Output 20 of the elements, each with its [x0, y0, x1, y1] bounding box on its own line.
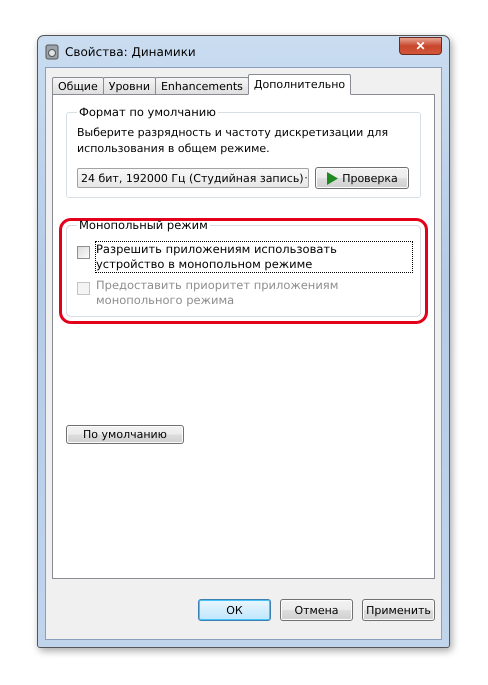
tab[interactable]: Дополнительно [248, 74, 352, 95]
format-dropdown[interactable]: 24 бит, 192000 Гц (Студийная запись) [77, 168, 309, 188]
speaker-icon [45, 44, 59, 60]
test-button[interactable]: Проверка [315, 167, 409, 189]
play-icon [326, 172, 338, 184]
restore-defaults-button[interactable]: По умолчанию [66, 425, 184, 444]
checkbox-label: Разрешить приложениям использовать устройство в монопольном режиме [96, 242, 412, 272]
description-text: Выберите разрядность и частоту дискретизации для использования в общем режиме. [77, 125, 390, 157]
group-title: Монопольный режим [78, 218, 209, 232]
checkbox[interactable] [77, 246, 90, 259]
window-title: Свойства: Динамики [65, 44, 197, 58]
dialog-button[interactable]: ОК [198, 599, 271, 621]
dialog-button[interactable]: Применить [362, 599, 435, 621]
tab[interactable]: Enhancements [154, 77, 249, 95]
checkbox-label: Предоставить приоритет приложениям монопольного режима [96, 278, 340, 308]
dialog-button[interactable]: Отмена [280, 599, 353, 621]
tab[interactable]: Общие [52, 77, 104, 95]
group-title: Формат по умолчанию [78, 105, 217, 119]
close-button[interactable]: ✕ [399, 36, 442, 54]
tab[interactable]: Уровни [102, 77, 156, 95]
